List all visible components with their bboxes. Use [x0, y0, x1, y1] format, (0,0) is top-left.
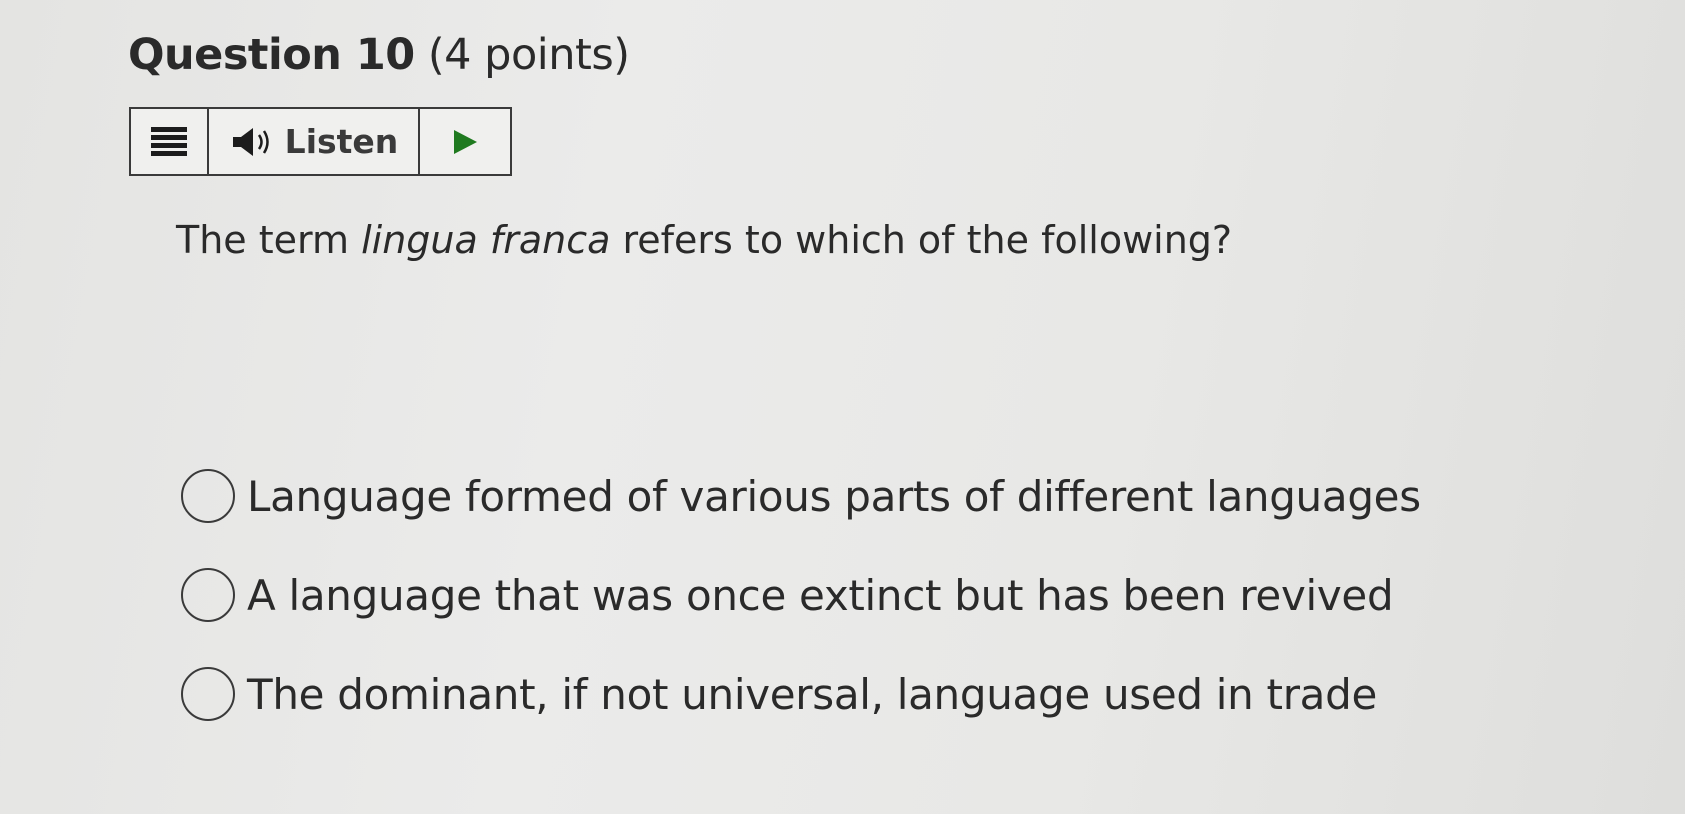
hamburger-menu-icon — [151, 126, 187, 156]
radio-button[interactable] — [181, 667, 235, 721]
play-icon — [454, 129, 477, 154]
prompt-suffix: refers to which of the following? — [610, 218, 1233, 262]
listen-label: Listen — [284, 122, 399, 161]
answer-option[interactable]: The dominant, if not universal, language… — [181, 664, 1421, 724]
answer-option-label: A language that was once extinct but has… — [247, 570, 1394, 620]
question-title: Question 10 (4 points) — [128, 30, 630, 80]
answer-option-label: The dominant, if not universal, language… — [247, 669, 1378, 719]
prompt-prefix: The term — [176, 218, 362, 262]
radio-button[interactable] — [181, 469, 235, 523]
answer-option[interactable]: A language that was once extinct but has… — [181, 565, 1421, 625]
prompt-term: lingua franca — [361, 218, 611, 262]
answer-option-label: Language formed of various parts of diff… — [247, 471, 1421, 521]
listen-button[interactable]: Listen — [209, 109, 420, 174]
answer-options: Language formed of various parts of diff… — [181, 466, 1421, 763]
question-number: Question 10 — [128, 30, 415, 80]
answer-option[interactable]: Language formed of various parts of diff… — [181, 466, 1421, 526]
speaker-icon — [232, 127, 269, 156]
question-prompt: The term lingua franca refers to which o… — [176, 218, 1232, 262]
radio-button[interactable] — [181, 568, 235, 622]
listen-toolbar: Listen — [129, 107, 512, 176]
question-points: (4 points) — [427, 30, 630, 80]
toolbar-menu-button[interactable] — [131, 109, 209, 174]
play-button[interactable] — [420, 109, 510, 174]
